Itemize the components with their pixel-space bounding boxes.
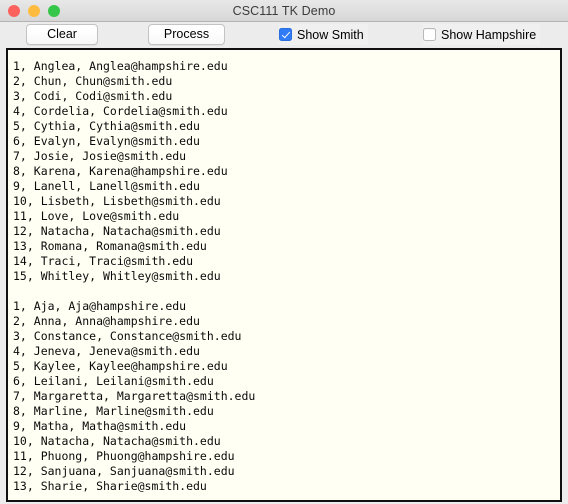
- show-hampshire-checkbox[interactable]: Show Hampshire: [423, 24, 541, 45]
- window-title: CSC111 TK Demo: [232, 3, 336, 18]
- toolbar: Clear Process Show Smith Show Hampshire: [0, 22, 568, 48]
- window-controls: [8, 0, 60, 22]
- title-bar[interactable]: CSC111 TK Demo: [0, 0, 568, 22]
- show-hampshire-label: Show Hampshire: [441, 27, 537, 42]
- minimize-window-icon[interactable]: [28, 5, 40, 17]
- close-window-icon[interactable]: [8, 5, 20, 17]
- output-text-area[interactable]: 1, Anglea, Anglea@hampshire.edu 2, Chun,…: [8, 50, 560, 500]
- app-window: CSC111 TK Demo Clear Process Show Smith …: [0, 0, 568, 504]
- show-smith-checkbox[interactable]: Show Smith: [279, 24, 368, 45]
- checkbox-checked-icon[interactable]: [279, 28, 292, 41]
- show-smith-label: Show Smith: [297, 27, 364, 42]
- zoom-window-icon[interactable]: [48, 5, 60, 17]
- process-button[interactable]: Process: [148, 24, 225, 45]
- output-text-area-frame: 1, Anglea, Anglea@hampshire.edu 2, Chun,…: [6, 48, 562, 502]
- checkbox-unchecked-icon[interactable]: [423, 28, 436, 41]
- clear-button[interactable]: Clear: [26, 24, 98, 45]
